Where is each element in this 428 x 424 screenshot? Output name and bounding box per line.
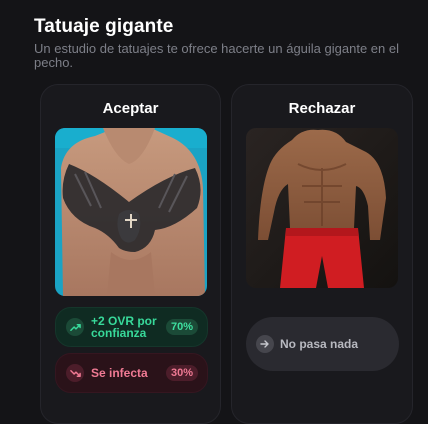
athlete-photo xyxy=(246,128,398,288)
event-title: Tatuaje gigante xyxy=(34,16,174,37)
outcome-infection-label: Se infecta xyxy=(91,366,148,380)
reject-option-card[interactable]: Rechazar No pasa nada xyxy=(231,84,413,424)
outcome-confidence-label: +2 OVR por confianza xyxy=(91,314,157,340)
outcome-nothing-label: No pasa nada xyxy=(280,337,359,351)
outcome-infection: Se infecta 30% xyxy=(55,353,208,393)
trend-up-icon xyxy=(66,318,84,336)
trend-down-icon xyxy=(66,364,84,382)
outcome-confidence: +2 OVR por confianza 70% xyxy=(55,307,208,347)
tattoo-chest-photo xyxy=(55,128,207,296)
event-description: Un estudio de tatuajes te ofrece hacerte… xyxy=(34,41,399,70)
outcome-nothing: No pasa nada xyxy=(246,317,399,371)
accept-option-title: Aceptar xyxy=(102,100,159,117)
arrow-right-icon xyxy=(256,335,274,353)
accept-option-card[interactable]: Aceptar +2 OVR por confianza 70% Se infe… xyxy=(40,84,221,424)
reject-option-title: Rechazar xyxy=(288,100,356,117)
outcome-infection-chance: 30% xyxy=(165,365,198,381)
outcome-confidence-chance: 70% xyxy=(165,319,198,335)
